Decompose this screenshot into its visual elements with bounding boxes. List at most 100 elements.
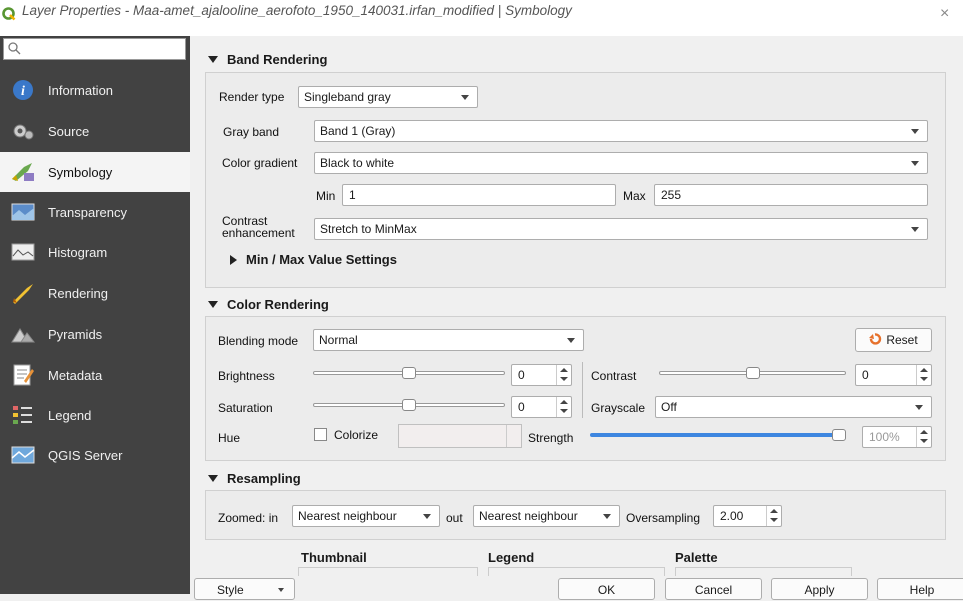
- sidebar-item-pyramids[interactable]: Pyramids: [0, 314, 190, 354]
- saturation-value: 0: [518, 400, 525, 414]
- thumbnail-frame: [298, 567, 478, 576]
- spin-arrows-icon[interactable]: [556, 365, 571, 385]
- contrast-value: 0: [862, 368, 869, 382]
- legend-frame: [488, 567, 665, 576]
- section-title: Band Rendering: [227, 52, 328, 67]
- zoomed-in-select[interactable]: Nearest neighbour: [292, 505, 440, 527]
- style-label: Style: [217, 583, 244, 597]
- oversampling-value: 2.00: [720, 509, 744, 523]
- sidebar-item-label: QGIS Server: [48, 447, 123, 463]
- band-rendering-header[interactable]: Band Rendering: [208, 52, 327, 67]
- grayscale-label: Grayscale: [591, 401, 646, 415]
- qgis-server-icon: [10, 443, 36, 467]
- contrast-enhancement-label: Contrast enhancement: [222, 215, 295, 239]
- brightness-slider-handle[interactable]: [402, 367, 416, 379]
- collapse-icon: [208, 301, 218, 308]
- contrast-label-line2: enhancement: [222, 226, 295, 240]
- sidebar-item-source[interactable]: Source: [0, 111, 190, 151]
- saturation-spinbox[interactable]: 0: [511, 396, 572, 418]
- saturation-slider-handle[interactable]: [402, 399, 416, 411]
- svg-text:i: i: [21, 84, 25, 99]
- sidebar-item-label: Pyramids: [48, 326, 103, 342]
- sidebar-item-label: Histogram: [48, 244, 108, 260]
- max-input[interactable]: 255: [654, 184, 928, 206]
- chevron-down-icon: [461, 95, 469, 100]
- gray-band-label: Gray band: [223, 125, 280, 139]
- grayscale-value: Off: [661, 400, 677, 414]
- sidebar-item-qgis-server[interactable]: QGIS Server: [0, 435, 190, 475]
- render-type-label: Render type: [219, 90, 285, 104]
- contrast-spinbox[interactable]: 0: [855, 364, 932, 386]
- window-title: Layer Properties - Maa-amet_ajalooline_a…: [22, 3, 572, 18]
- reset-button[interactable]: Reset: [855, 328, 932, 352]
- contrast-label: Contrast: [591, 369, 637, 383]
- color-gradient-select[interactable]: Black to white: [314, 152, 928, 174]
- contrast-enhancement-select[interactable]: Stretch to MinMax: [314, 218, 928, 240]
- chevron-down-icon: [423, 514, 431, 519]
- min-input[interactable]: 1: [342, 184, 616, 206]
- sidebar-item-metadata[interactable]: Metadata: [0, 355, 190, 395]
- divider: [582, 362, 583, 418]
- grayscale-select[interactable]: Off: [655, 396, 932, 418]
- legend-icon: [10, 403, 36, 427]
- spin-arrows-icon[interactable]: [916, 427, 931, 447]
- color-rendering-header[interactable]: Color Rendering: [208, 297, 329, 312]
- sidebar-item-label: Symbology: [48, 164, 113, 180]
- collapse-icon: [208, 475, 218, 482]
- sidebar-item-label: Rendering: [48, 285, 108, 301]
- sidebar-item-label: Metadata: [48, 367, 103, 383]
- close-icon[interactable]: ×: [940, 5, 949, 23]
- gray-band-select[interactable]: Band 1 (Gray): [314, 120, 928, 142]
- transparency-icon: [10, 200, 36, 224]
- sidebar-item-legend[interactable]: Legend: [0, 395, 190, 435]
- rendering-icon: [10, 281, 36, 305]
- sidebar-item-rendering[interactable]: Rendering: [0, 273, 190, 313]
- spin-arrows-icon[interactable]: [916, 365, 931, 385]
- search-input[interactable]: [3, 38, 186, 60]
- brightness-value: 0: [518, 368, 525, 382]
- reset-icon: [869, 333, 882, 345]
- sidebar-item-information[interactable]: i Information: [0, 70, 190, 110]
- minmax-settings-toggle[interactable]: Min / Max Value Settings: [230, 252, 397, 267]
- render-type-select[interactable]: Singleband gray: [298, 86, 478, 108]
- brightness-label: Brightness: [218, 369, 275, 383]
- oversampling-spinbox[interactable]: 2.00: [713, 505, 782, 527]
- source-icon: [10, 119, 36, 143]
- zoomed-out-label: out: [446, 511, 463, 525]
- ok-button[interactable]: OK: [558, 578, 655, 600]
- resampling-header[interactable]: Resampling: [208, 471, 301, 486]
- help-button[interactable]: Help: [877, 578, 963, 600]
- sidebar-item-transparency[interactable]: Transparency: [0, 192, 190, 232]
- chevron-down-icon: [911, 227, 919, 232]
- style-button[interactable]: Style: [194, 578, 295, 600]
- chevron-down-icon: [506, 425, 521, 447]
- saturation-label: Saturation: [218, 401, 273, 415]
- sidebar-item-histogram[interactable]: Histogram: [0, 232, 190, 272]
- gray-band-value: Band 1 (Gray): [320, 124, 396, 138]
- reset-label: Reset: [886, 333, 918, 347]
- spin-arrows-icon[interactable]: [556, 397, 571, 417]
- sidebar-item-symbology[interactable]: Symbology: [0, 152, 190, 192]
- zoomed-out-select[interactable]: Nearest neighbour: [473, 505, 620, 527]
- strength-slider[interactable]: [590, 433, 846, 437]
- section-title: Resampling: [227, 471, 301, 486]
- chevron-down-icon: [603, 514, 611, 519]
- contrast-slider-handle[interactable]: [745, 367, 760, 379]
- hue-label: Hue: [218, 431, 241, 445]
- chevron-down-icon: [911, 161, 919, 166]
- strength-spinbox[interactable]: 100%: [862, 426, 932, 448]
- section-title: Color Rendering: [227, 297, 329, 312]
- symbology-icon: [10, 160, 36, 184]
- legend-heading: Legend: [488, 550, 535, 565]
- zoomed-in-label: Zoomed: in: [218, 511, 279, 525]
- spin-arrows-icon[interactable]: [766, 506, 781, 526]
- strength-slider-handle[interactable]: [832, 429, 846, 441]
- search-icon: [8, 42, 21, 55]
- colorize-color-button[interactable]: [398, 424, 522, 448]
- colorize-checkbox[interactable]: [314, 428, 327, 441]
- blending-mode-select[interactable]: Normal: [313, 329, 584, 351]
- color-gradient-value: Black to white: [320, 156, 395, 170]
- cancel-button[interactable]: Cancel: [665, 578, 762, 600]
- apply-button[interactable]: Apply: [771, 578, 868, 600]
- brightness-spinbox[interactable]: 0: [511, 364, 572, 386]
